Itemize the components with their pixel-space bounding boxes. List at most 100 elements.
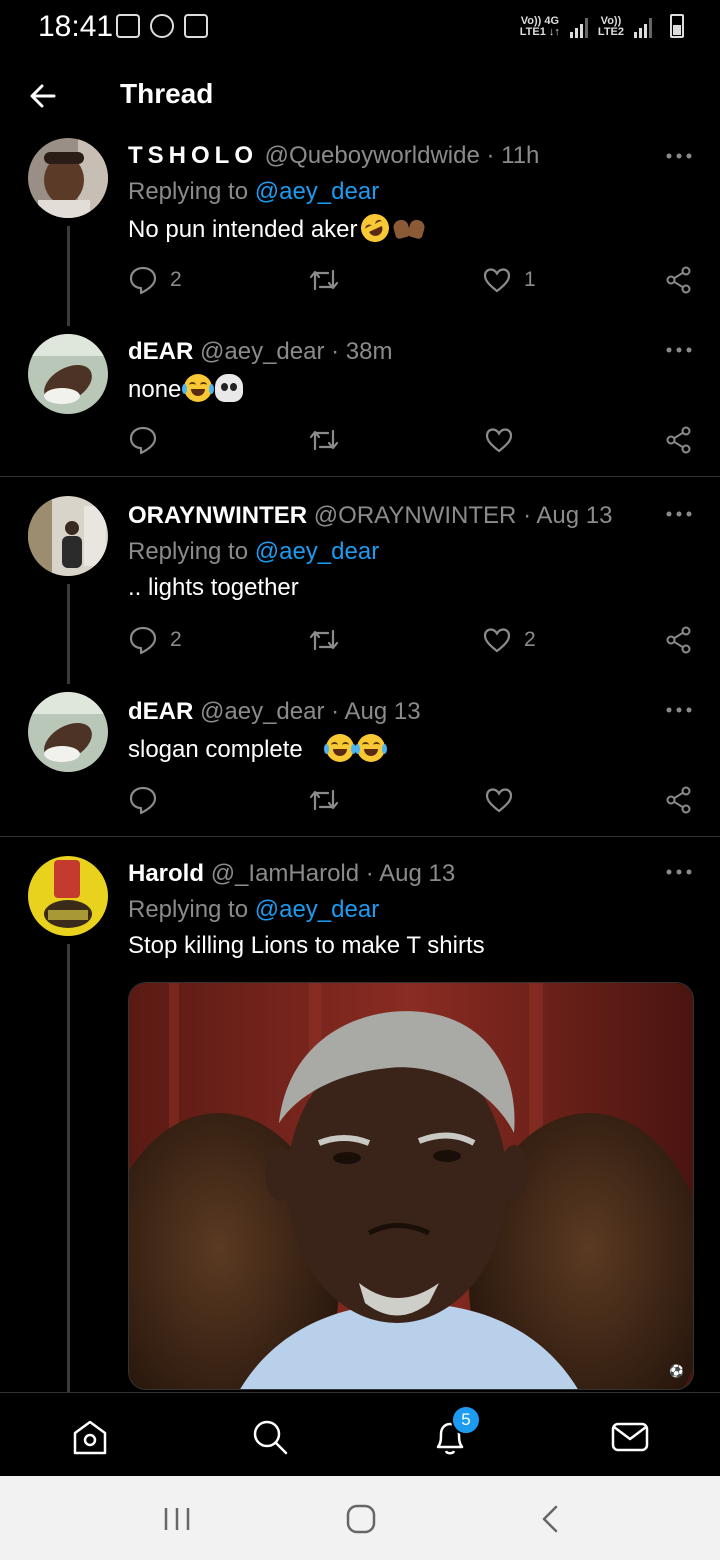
like-button[interactable] xyxy=(484,420,514,460)
search-tab[interactable] xyxy=(248,1415,292,1459)
share-icon xyxy=(666,786,691,814)
replying-to: Replying to @aey_dear xyxy=(128,896,380,923)
reply-button[interactable]: 2 xyxy=(128,260,182,300)
back-system-button[interactable] xyxy=(534,1502,568,1536)
recent-apps-icon xyxy=(164,1508,190,1530)
tears-of-joy-emoji xyxy=(354,734,387,762)
reply-icon xyxy=(129,626,157,655)
reply-icon xyxy=(129,426,157,455)
tweet-dear-reply[interactable]: dEAR @aey_dear · 38m none xyxy=(0,330,720,476)
tears-of-joy-emoji xyxy=(182,374,215,402)
reply-button[interactable] xyxy=(128,780,158,820)
display-name[interactable]: dEAR xyxy=(128,698,193,725)
page-title: Thread xyxy=(120,78,214,109)
bottom-navigation xyxy=(0,1392,720,1477)
display-name[interactable]: TSHOLO xyxy=(128,142,258,169)
retweet-icon xyxy=(309,269,339,291)
sim2-label: Vo)) LTE2 xyxy=(597,15,624,38)
avatar[interactable] xyxy=(28,138,108,218)
tweet-text: Stop killing Lions to make T shirts xyxy=(128,932,485,959)
home-circle-icon xyxy=(346,1504,376,1534)
reply-icon xyxy=(129,266,157,295)
thread-line xyxy=(67,226,70,326)
more-options-button[interactable] xyxy=(664,862,694,882)
divider xyxy=(0,836,720,837)
sim1-label: Vo)) 4G LTE1 ↓↑ xyxy=(519,15,560,38)
more-options-button[interactable] xyxy=(664,504,694,524)
messages-tab[interactable] xyxy=(608,1415,652,1459)
tweet-actions: 2 2 xyxy=(128,620,694,660)
share-button[interactable] xyxy=(664,620,694,660)
share-button[interactable] xyxy=(664,420,694,460)
notification-badge: 5 xyxy=(451,1405,481,1435)
avatar[interactable] xyxy=(28,856,108,936)
tweet-tsholo[interactable]: TSHOLO @Queboyworldwide · 11h Replying t… xyxy=(0,136,720,326)
user-handle[interactable]: @aey_dear xyxy=(200,698,324,725)
home-tab[interactable] xyxy=(68,1415,112,1459)
tweet-header: TSHOLO @Queboyworldwide · 11h xyxy=(128,142,539,170)
tweet-header: ORAYNWINTER @ORAYNWINTER · Aug 13 xyxy=(128,502,612,530)
retweet-icon xyxy=(309,429,339,451)
user-handle[interactable]: @Queboyworldwide xyxy=(265,142,480,169)
retweet-button[interactable] xyxy=(308,260,340,300)
tweet-text: slogan complete xyxy=(128,734,387,764)
share-button[interactable] xyxy=(664,260,694,300)
display-name[interactable]: dEAR xyxy=(128,338,193,365)
tweet-dear-reply[interactable]: dEAR @aey_dear · Aug 13 slogan complete xyxy=(0,690,720,836)
mention-link[interactable]: @aey_dear xyxy=(255,538,379,565)
recent-apps-button[interactable] xyxy=(160,1502,194,1536)
more-options-button[interactable] xyxy=(664,146,694,166)
more-options-button[interactable] xyxy=(664,340,694,360)
tweet-time: · Aug 13 xyxy=(523,502,613,529)
replying-to: Replying to @aey_dear xyxy=(128,178,380,205)
tweet-actions: 2 1 xyxy=(128,260,694,300)
display-name[interactable]: ORAYNWINTER xyxy=(128,502,307,529)
rofl-emoji xyxy=(355,209,394,247)
tears-of-joy-emoji xyxy=(323,734,356,762)
user-handle[interactable]: @_IamHarold xyxy=(211,860,359,887)
home-system-button[interactable] xyxy=(344,1502,378,1536)
user-handle[interactable]: @aey_dear xyxy=(200,338,324,365)
like-button[interactable]: 2 xyxy=(482,620,536,660)
like-button[interactable] xyxy=(484,780,514,820)
search-icon xyxy=(253,1420,288,1455)
like-button[interactable]: 1 xyxy=(482,260,536,300)
network-indicators: Vo)) 4G LTE1 ↓↑ Vo)) LTE2 xyxy=(520,14,684,38)
mention-link[interactable]: @aey_dear xyxy=(255,896,379,923)
tweet-time: · Aug 13 xyxy=(365,860,456,887)
tweet-media-photo[interactable]: ⚽ xyxy=(128,982,694,1390)
watermark-icon: ⚽ xyxy=(668,1364,684,1378)
status-time: 18:41 xyxy=(38,10,114,43)
avatar[interactable] xyxy=(28,334,108,414)
more-dots-icon xyxy=(666,511,692,517)
status-bar: 18:41 Vo)) 4G LTE1 ↓↑ Vo)) LTE2 xyxy=(0,0,720,56)
more-dots-icon xyxy=(666,347,692,353)
avatar[interactable] xyxy=(28,692,108,772)
more-dots-icon xyxy=(666,153,692,159)
retweet-button[interactable] xyxy=(308,620,340,660)
tweet-text: .. lights together xyxy=(128,574,299,601)
battery-icon xyxy=(670,14,684,38)
twitter-thread-screen: 18:41 Vo)) 4G LTE1 ↓↑ Vo)) LTE2 Thread T… xyxy=(0,0,720,1560)
display-name[interactable]: Harold xyxy=(128,860,204,887)
signal-bars-icon xyxy=(634,16,652,38)
mention-link[interactable]: @aey_dear xyxy=(255,178,379,205)
tweet-oraynwinter[interactable]: ORAYNWINTER @ORAYNWINTER · Aug 13 Replyi… xyxy=(0,494,720,684)
divider xyxy=(0,476,720,477)
back-button[interactable] xyxy=(22,76,66,116)
tweet-actions xyxy=(128,780,694,820)
skull-emoji xyxy=(215,374,244,402)
reply-button[interactable]: 2 xyxy=(128,620,182,660)
gallery-icon xyxy=(116,14,140,38)
share-button[interactable] xyxy=(664,780,694,820)
reply-button[interactable] xyxy=(128,420,158,460)
user-handle[interactable]: @ORAYNWINTER xyxy=(314,502,517,529)
avatar[interactable] xyxy=(28,496,108,576)
more-dots-icon xyxy=(666,869,692,875)
retweet-button[interactable] xyxy=(308,780,340,820)
share-icon xyxy=(666,266,691,294)
more-options-button[interactable] xyxy=(664,700,694,720)
tweet-text: none xyxy=(128,374,244,404)
retweet-icon xyxy=(309,789,339,811)
retweet-button[interactable] xyxy=(308,420,340,460)
